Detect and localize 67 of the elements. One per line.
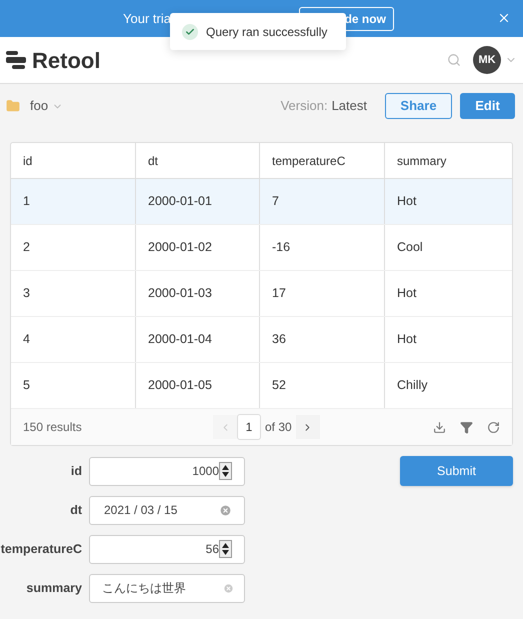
page-field[interactable]: 1 (237, 414, 261, 440)
table-cell: 2000-01-05 (136, 363, 260, 408)
table-cell-text: Hot (396, 331, 418, 348)
table-cell: -16 (260, 225, 385, 270)
table-row[interactable]: 2 2000-01-02 -16 Cool (11, 225, 512, 271)
table-row[interactable]: 1 2000-01-01 7 Hot (11, 179, 512, 225)
field-label: summary (25, 580, 83, 597)
table-cell: 2000-01-04 (136, 317, 260, 362)
field-value: 56 (206, 541, 219, 558)
table-cell: 4 (11, 317, 136, 362)
table-row[interactable]: 3 2000-01-03 17 Hot (11, 271, 512, 317)
table-cell-text: Cool (396, 239, 424, 256)
field-value: こんにちは世界 (102, 580, 186, 597)
version-label: Version: (280, 97, 328, 116)
stepper-control[interactable] (219, 540, 232, 558)
results-count: 150 results (23, 419, 83, 436)
column-header[interactable]: id (11, 143, 136, 178)
down-arrow-icon (222, 550, 229, 555)
column-header[interactable]: dt (136, 143, 260, 178)
check-icon (182, 24, 198, 40)
date-field[interactable]: 2021 / 03 / 15 (89, 496, 245, 524)
column-header[interactable]: summary (385, 143, 512, 178)
user-avatar[interactable]: MK (473, 46, 501, 74)
table-cell: 36 (260, 317, 385, 362)
table-row[interactable]: 5 2000-01-05 52 Chilly (11, 363, 512, 409)
table-row[interactable]: 4 2000-01-04 36 Hot (11, 317, 512, 363)
next-page-button[interactable] (296, 415, 320, 439)
refresh-icon[interactable] (487, 420, 500, 434)
version-value[interactable]: Latest (332, 96, 367, 116)
table-cell: 1 (11, 179, 136, 224)
field-value: 1000 (192, 463, 219, 480)
column-header[interactable]: temperatureC (260, 143, 385, 178)
up-arrow-icon (222, 543, 229, 548)
search-icon[interactable] (447, 53, 461, 67)
down-arrow-icon (222, 472, 229, 477)
page-total: of 30 (265, 419, 292, 436)
clear-icon[interactable] (223, 582, 234, 594)
clear-icon[interactable] (219, 504, 232, 516)
table-cell: 5 (11, 363, 136, 408)
folder-icon (6, 99, 20, 113)
number-field[interactable]: 56 (89, 534, 245, 564)
table-cell: 2000-01-01 (136, 179, 260, 224)
up-arrow-icon (222, 465, 229, 470)
logo-text: Retool (32, 46, 100, 74)
stepper-control[interactable] (219, 462, 232, 480)
close-icon[interactable] (497, 11, 511, 25)
field-label: dt (69, 502, 83, 519)
folder-name[interactable]: foo (30, 96, 48, 116)
filter-icon[interactable] (460, 420, 473, 434)
table-cell-text: Hot (396, 193, 418, 210)
download-icon[interactable] (433, 420, 446, 434)
table-cell: 2000-01-03 (136, 271, 260, 316)
field-label: temperatureC (0, 540, 83, 558)
table-cell: 7 (260, 179, 385, 224)
banner-text: Your tria (123, 10, 171, 28)
number-field[interactable]: 1000 (89, 456, 245, 486)
field-value: 2021 / 03 / 15 (104, 502, 178, 519)
table-cell: 52 (260, 363, 385, 408)
table-cell: 3 (11, 271, 136, 316)
table-cell-text: Chilly (396, 377, 429, 394)
logo-icon (6, 51, 26, 69)
table-cell: 2 (11, 225, 136, 270)
table-cell-text: Hot (396, 285, 418, 302)
table-cell: 17 (260, 271, 385, 316)
field-label: id (70, 462, 83, 480)
text-field[interactable]: こんにちは世界 (89, 574, 245, 602)
table-cell: 2000-01-02 (136, 225, 260, 270)
